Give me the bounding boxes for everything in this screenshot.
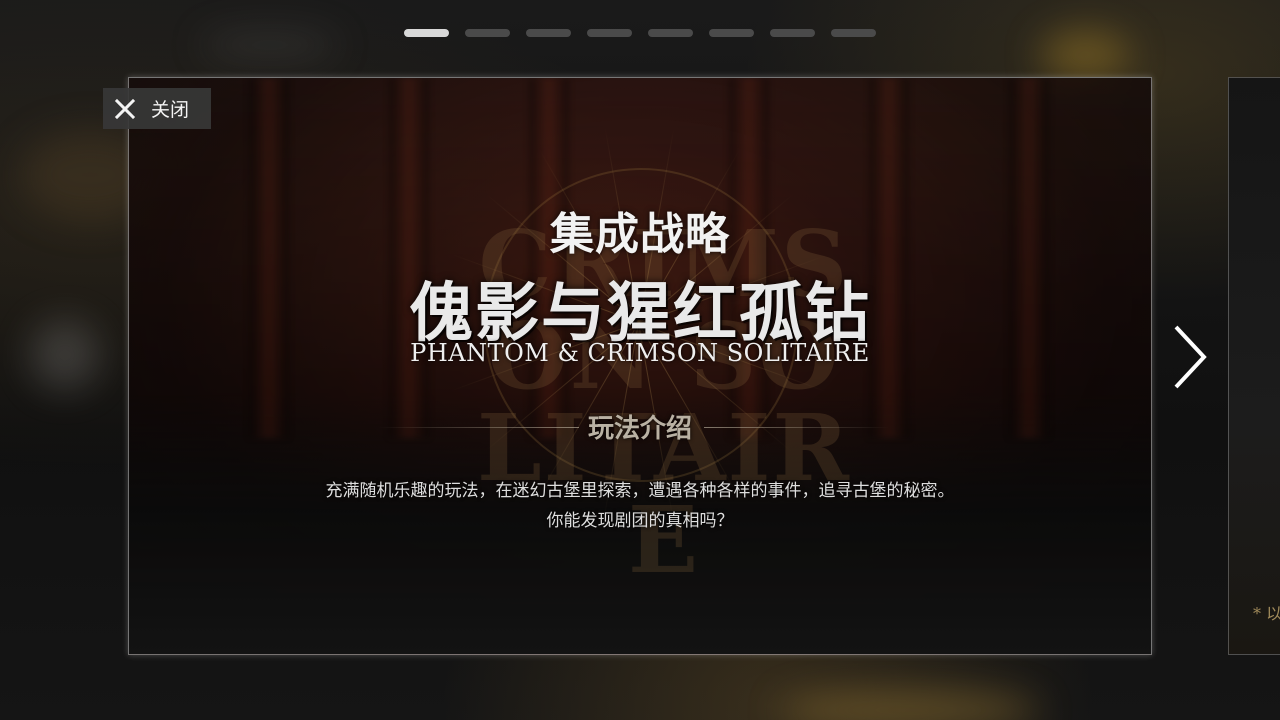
page-dot-7[interactable] [770,29,815,37]
next-card-text: * 以 [1253,604,1280,623]
event-description: 充满随机乐趣的玩法，在迷幻古堡里探索，遭遇各种各样的事件，追寻古堡的秘密。 你能… [129,476,1151,536]
page-dot-5[interactable] [648,29,693,37]
page-dot-1[interactable] [404,29,449,37]
event-intro-screen: CRIMSON SOLITAIRE 集成战略 傀影与猩红孤钻 PHANTOM &… [0,0,1280,720]
description-line: 充满随机乐趣的玩法，在迷幻古堡里探索，遭遇各种各样的事件，追寻古堡的秘密。 [325,481,955,501]
next-banner-card-peek[interactable]: * 以 [1228,77,1280,655]
close-icon [114,98,136,119]
section-label: 玩法介绍 [587,414,692,444]
section-divider-right [704,427,889,428]
page-dot-8[interactable] [831,29,876,37]
mode-title: 集成战略 [550,209,730,260]
page-dot-4[interactable] [587,29,632,37]
page-dot-6[interactable] [709,29,754,37]
chevron-right-icon [1174,325,1207,389]
page-indicator [404,29,876,37]
background-decoration [1040,30,1130,80]
close-button[interactable]: 关闭 [103,88,211,129]
description-line: 你能发现剧团的真相吗？ [546,511,734,531]
event-title-english: PHANTOM & CRIMSON SOLITAIRE [410,339,870,367]
background-decoration [780,690,1040,720]
event-banner-card: CRIMSON SOLITAIRE 集成战略 傀影与猩红孤钻 PHANTOM &… [128,77,1152,655]
close-button-label: 关闭 [151,99,190,121]
page-dot-3[interactable] [526,29,571,37]
background-decoration [30,320,100,390]
next-page-button[interactable] [1168,322,1212,392]
page-dot-2[interactable] [465,29,510,37]
background-decoration [200,30,340,60]
